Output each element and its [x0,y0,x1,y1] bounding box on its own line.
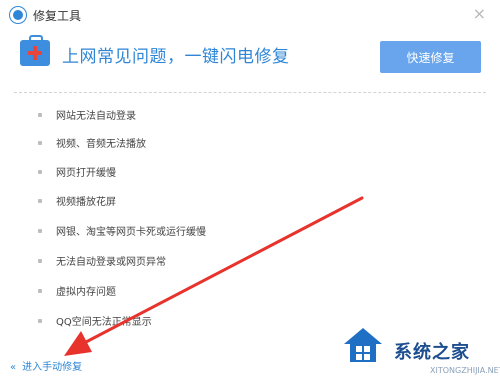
issue-label: 网银、淘宝等网页卡死或运行缓慢 [56,227,206,238]
watermark-brand: 系统之家 [394,342,470,363]
watermark: 系统之家 XITONGZHIJIA.NET [330,322,500,381]
bullet-icon [38,229,42,233]
issue-item: 无法自动登录或网页异常 [0,252,400,272]
issue-item: 网页打开缓慢 [0,163,400,183]
issue-label: 视频、音频无法播放 [56,139,146,150]
house-logo-icon [344,328,382,362]
window-title: 修复工具 [33,9,82,23]
manual-fix-label: 进入手动修复 [22,362,83,373]
app-logo-icon [10,7,26,23]
issue-label: 虚拟内存问题 [56,287,116,298]
banner: 上网常见问题，一键闪电修复 快速修复 [0,30,500,86]
bullet-icon [38,199,42,203]
issue-item: 视频、音频无法播放 [0,134,400,154]
double-chevron-left-icon: « [10,362,16,373]
issue-item: 虚拟内存问题 [0,282,400,302]
bullet-icon [38,259,42,263]
close-button[interactable]: × [473,4,486,23]
quick-fix-button[interactable]: 快速修复 [380,41,481,73]
divider [14,92,486,93]
manual-fix-link[interactable]: « 进入手动修复 [10,358,82,373]
issue-label: 无法自动登录或网页异常 [56,257,166,268]
bullet-icon [38,170,42,174]
issue-label: QQ空间无法正常显示 [56,317,152,328]
issue-item: 视频播放花屏 [0,192,400,212]
bullet-icon [38,289,42,293]
bullet-icon [38,113,42,117]
bullet-icon [38,141,42,145]
issue-label: 网页打开缓慢 [56,168,116,179]
bullet-icon [38,319,42,323]
issue-item: 网银、淘宝等网页卡死或运行缓慢 [0,222,400,242]
issue-label: 视频播放花屏 [56,197,116,208]
first-aid-kit-icon [20,35,50,66]
banner-headline: 上网常见问题，一键闪电修复 [62,47,290,67]
title-bar: 修复工具 × [0,0,500,30]
issue-item: 网站无法自动登录 [0,106,400,126]
watermark-url: XITONGZHIJIA.NET [430,366,500,375]
issue-label: 网站无法自动登录 [56,111,136,122]
